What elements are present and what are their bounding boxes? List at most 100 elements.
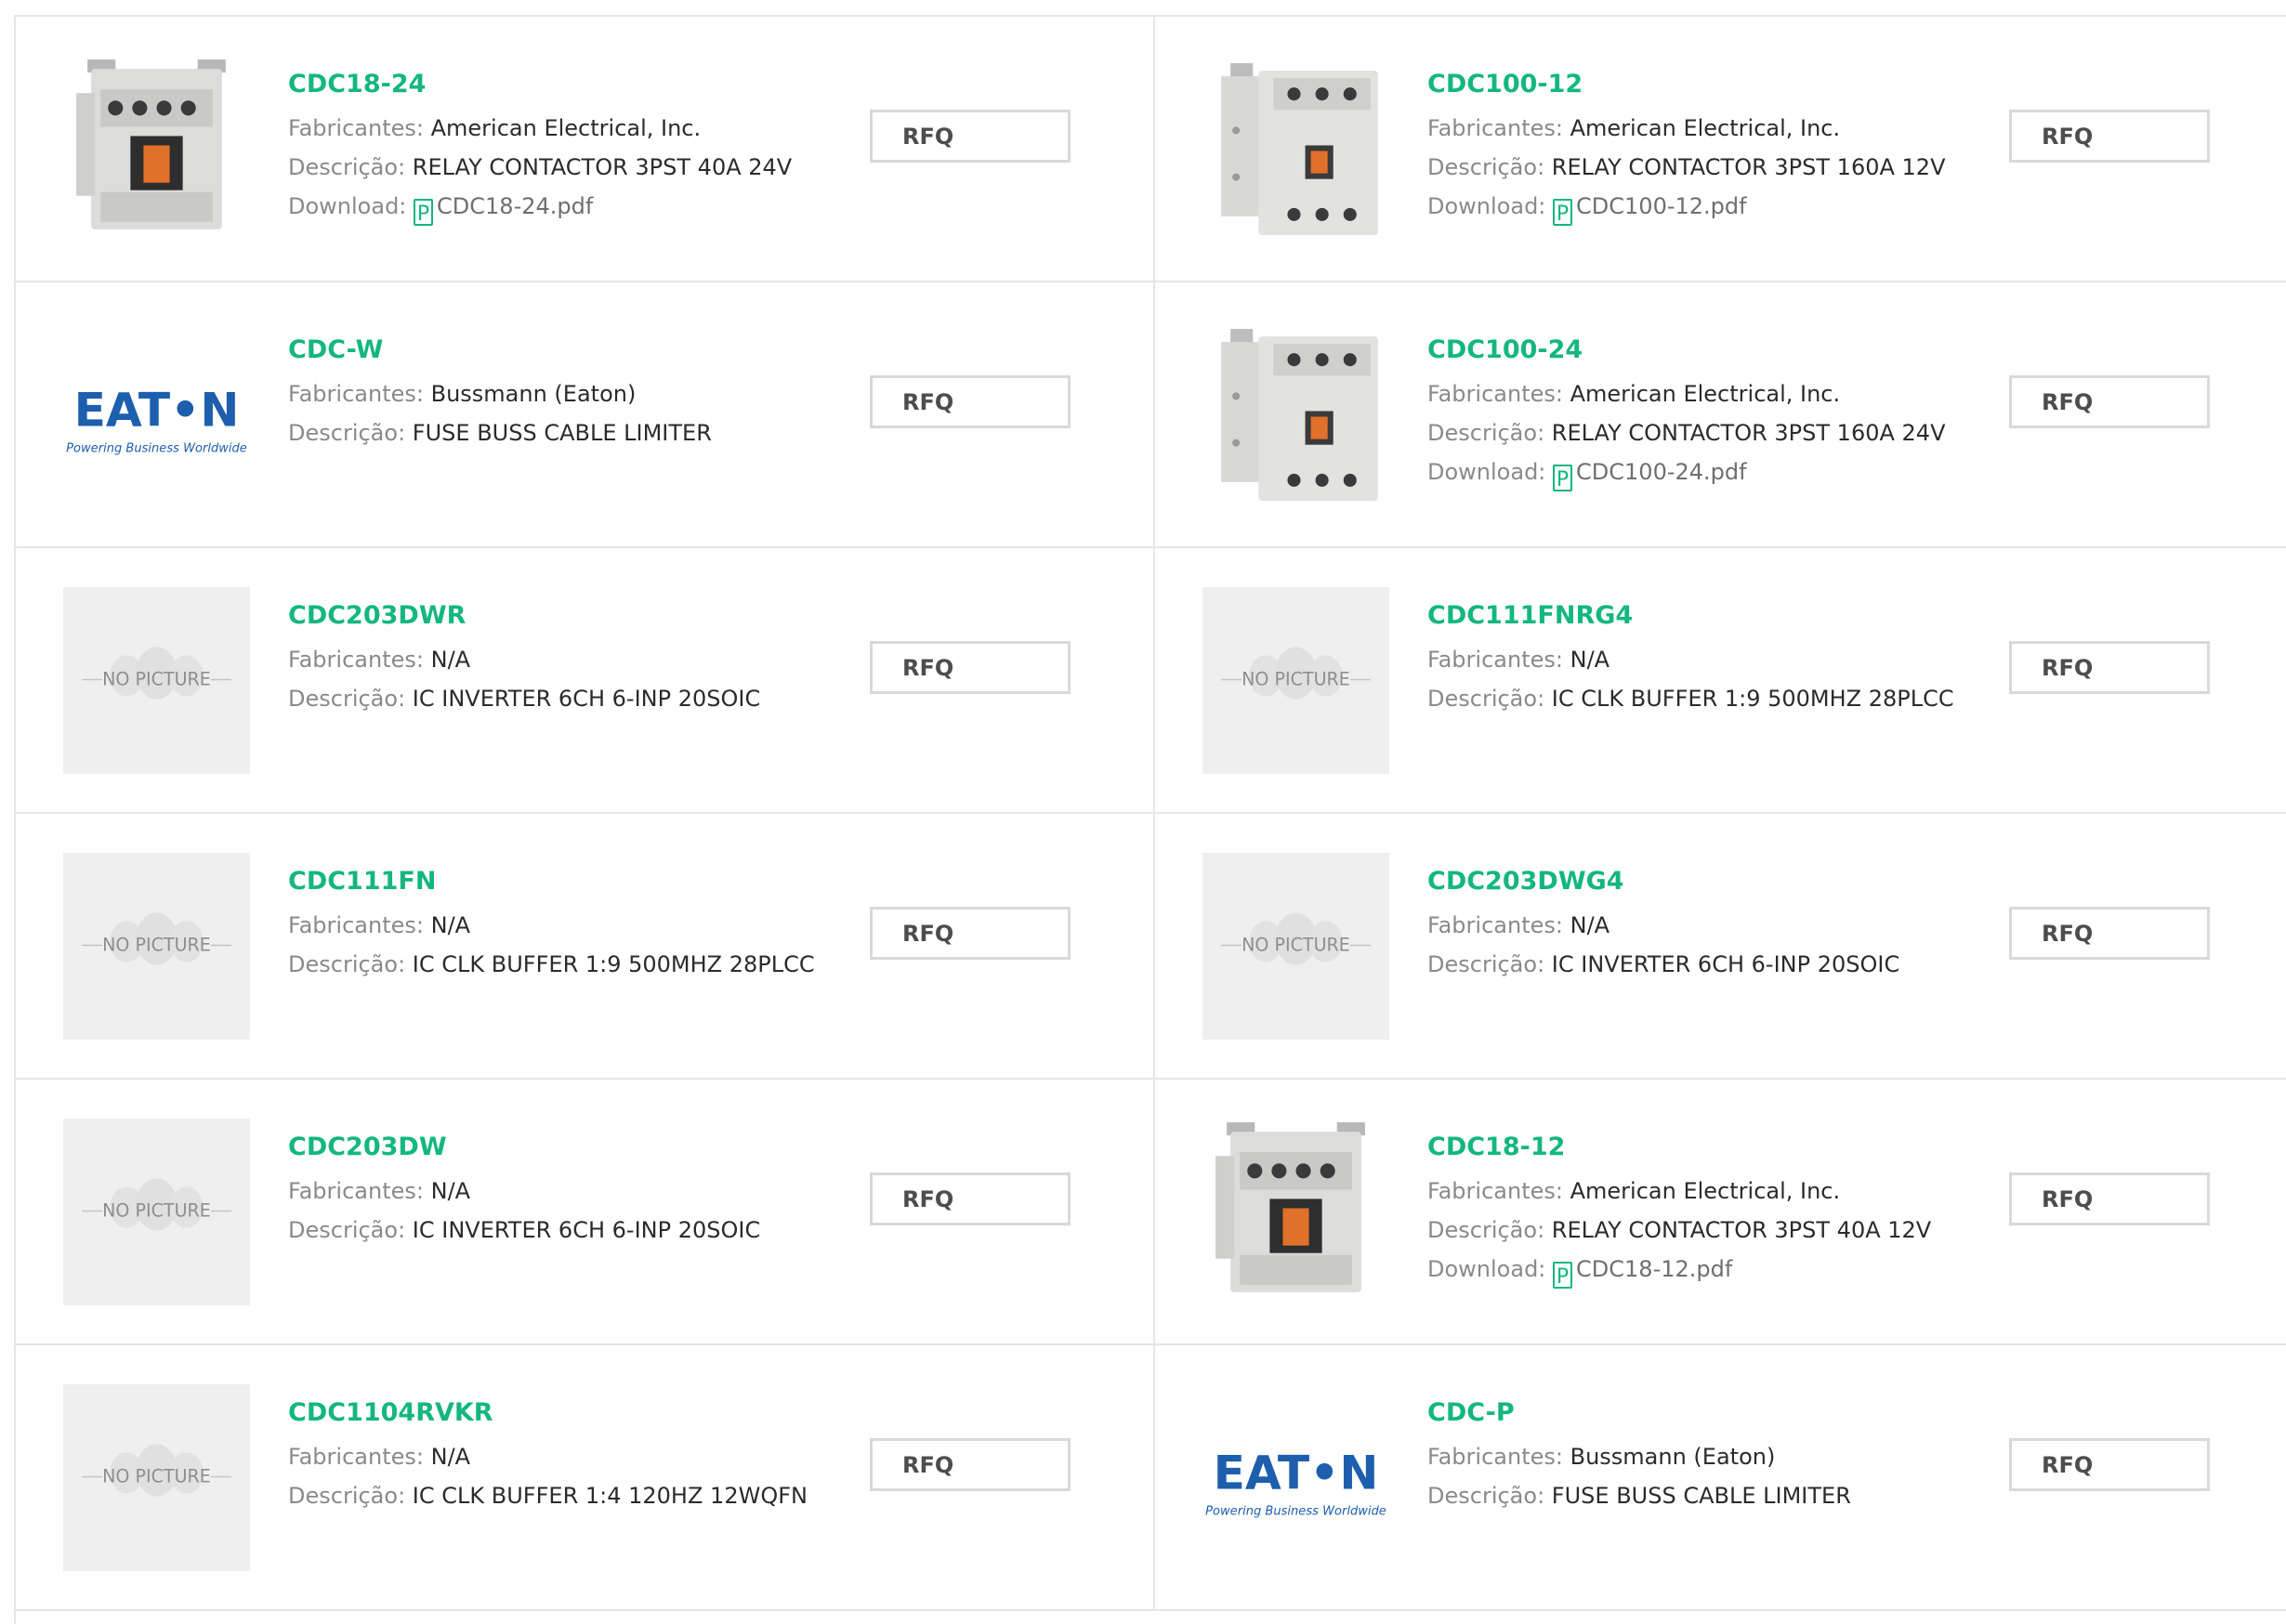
eaton-logo-text: EAT•N bbox=[74, 383, 240, 438]
rfq-button[interactable]: RFQ bbox=[870, 641, 1071, 694]
manufacturer-value: N/A bbox=[430, 647, 471, 673]
datasheet-filename: CDC18-24.pdf bbox=[437, 193, 594, 219]
product-card: CDC18-12 Fabricantes: American Electrica… bbox=[1155, 1080, 2286, 1345]
pdf-icon: P bbox=[1553, 199, 1573, 226]
part-number-link[interactable]: CDC111FNRG4 bbox=[1427, 599, 2286, 633]
product-card: NO PICTURE CDC111FN Fabricantes: N/A Des… bbox=[16, 814, 1155, 1080]
product-thumbnail[interactable] bbox=[1202, 1119, 1389, 1305]
rfq-button[interactable]: RFQ bbox=[2009, 907, 2210, 960]
product-card: NO PICTURE CDC1104RVKR Fabricantes: N/A … bbox=[16, 1345, 1155, 1611]
contactor-image bbox=[1221, 63, 1378, 235]
description-value: IC INVERTER 6CH 6-INP 20SOIC bbox=[412, 686, 761, 712]
part-number-link[interactable]: CDC100-24 bbox=[1427, 334, 2286, 367]
description-label: Descrição: bbox=[1427, 951, 1545, 977]
rfq-button[interactable]: RFQ bbox=[870, 1172, 1071, 1225]
datasheet-link[interactable]: P CDC100-12.pdf bbox=[1553, 193, 1747, 226]
description-value: IC CLK BUFFER 1:4 120HZ 12WQFN bbox=[412, 1483, 808, 1509]
pdf-icon: P bbox=[1553, 1262, 1573, 1289]
part-number-link[interactable]: CDC-W bbox=[288, 334, 1153, 367]
datasheet-link[interactable]: P CDC18-24.pdf bbox=[414, 193, 594, 226]
manufacturer-value: American Electrical, Inc. bbox=[430, 115, 702, 141]
no-picture-placeholder: NO PICTURE bbox=[63, 1119, 250, 1305]
product-thumbnail[interactable]: NO PICTURE bbox=[63, 1119, 250, 1305]
product-card: CDC18-24 Fabricantes: American Electrica… bbox=[16, 17, 1155, 282]
manufacturer-value: N/A bbox=[1570, 912, 1610, 938]
product-thumbnail[interactable]: NO PICTURE bbox=[1202, 853, 1389, 1040]
product-thumbnail[interactable] bbox=[63, 56, 250, 242]
no-picture-placeholder: NO PICTURE bbox=[63, 1384, 250, 1571]
part-number-link[interactable]: CDC203DWR bbox=[288, 599, 1153, 633]
part-number-link[interactable]: CDC100-12 bbox=[1427, 68, 2286, 101]
manufacturer-label: Fabricantes: bbox=[1427, 912, 1563, 938]
description-label: Descrição: bbox=[1427, 420, 1545, 446]
product-thumbnail[interactable]: NO PICTURE bbox=[63, 853, 250, 1040]
no-picture-text: NO PICTURE bbox=[102, 1466, 211, 1487]
datasheet-link[interactable]: P CDC18-12.pdf bbox=[1553, 1256, 1733, 1289]
manufacturer-label: Fabricantes: bbox=[288, 647, 424, 673]
description-value: RELAY CONTACTOR 3PST 160A 24V bbox=[1551, 420, 1946, 446]
rfq-button[interactable]: RFQ bbox=[870, 907, 1071, 960]
description-label: Descrição: bbox=[288, 1217, 406, 1243]
manufacturer-label: Fabricantes: bbox=[1427, 115, 1563, 141]
part-number-link[interactable]: CDC111FN bbox=[288, 865, 1153, 898]
description-label: Descrição: bbox=[288, 686, 406, 712]
download-row: Download: P CDC100-12.pdf bbox=[1427, 187, 2286, 226]
manufacturer-value: American Electrical, Inc. bbox=[1570, 1178, 1841, 1204]
part-number-link[interactable]: CDC1104RVKR bbox=[288, 1396, 1153, 1430]
manufacturer-value: Bussmann (Eaton) bbox=[430, 381, 637, 407]
download-label: Download: bbox=[1427, 193, 1546, 219]
description-value: FUSE BUSS CABLE LIMITER bbox=[412, 420, 712, 446]
rfq-button[interactable]: RFQ bbox=[2009, 1438, 2210, 1491]
rfq-button[interactable]: RFQ bbox=[2009, 641, 2210, 694]
part-number-link[interactable]: CDC18-12 bbox=[1427, 1131, 2286, 1164]
rfq-button[interactable]: RFQ bbox=[2009, 375, 2210, 428]
no-picture-placeholder: NO PICTURE bbox=[63, 587, 250, 774]
rfq-button[interactable]: RFQ bbox=[2009, 1172, 2210, 1225]
product-thumbnail[interactable]: NO PICTURE bbox=[1202, 587, 1389, 774]
download-label: Download: bbox=[1427, 1256, 1546, 1282]
download-row: Download: P CDC18-12.pdf bbox=[1427, 1250, 2286, 1289]
description-label: Descrição: bbox=[288, 154, 406, 180]
datasheet-filename: CDC18-12.pdf bbox=[1576, 1256, 1733, 1282]
product-thumbnail[interactable] bbox=[1202, 321, 1389, 508]
rfq-button[interactable]: RFQ bbox=[2009, 110, 2210, 163]
description-value: IC CLK BUFFER 1:9 500MHZ 28PLCC bbox=[412, 951, 815, 977]
description-value: FUSE BUSS CABLE LIMITER bbox=[1551, 1483, 1851, 1509]
description-label: Descrição: bbox=[288, 1483, 406, 1509]
product-thumbnail[interactable]: EAT•N Powering Business Worldwide bbox=[63, 321, 250, 508]
description-value: RELAY CONTACTOR 3PST 40A 24V bbox=[412, 154, 793, 180]
manufacturer-value: American Electrical, Inc. bbox=[1570, 115, 1841, 141]
manufacturer-value: N/A bbox=[1570, 647, 1610, 673]
product-thumbnail[interactable]: NO PICTURE bbox=[63, 1384, 250, 1571]
product-thumbnail[interactable]: NO PICTURE bbox=[63, 587, 250, 774]
description-label: Descrição: bbox=[288, 951, 406, 977]
part-number-link[interactable]: CDC18-24 bbox=[288, 68, 1153, 101]
no-picture-text: NO PICTURE bbox=[102, 1200, 211, 1222]
part-number-link[interactable]: CDC-P bbox=[1427, 1396, 2286, 1430]
rfq-button[interactable]: RFQ bbox=[870, 110, 1071, 163]
download-row: Download: P CDC18-24.pdf bbox=[288, 187, 1153, 226]
manufacturer-label: Fabricantes: bbox=[288, 381, 424, 407]
product-thumbnail[interactable]: EAT•N Powering Business Worldwide bbox=[1202, 1384, 1389, 1571]
rfq-button[interactable]: RFQ bbox=[870, 375, 1071, 428]
product-thumbnail[interactable] bbox=[1202, 56, 1389, 242]
product-card: EAT•N Powering Business Worldwide CDC-W F… bbox=[16, 282, 1155, 548]
part-number-link[interactable]: CDC203DWG4 bbox=[1427, 865, 2286, 898]
contactor-image bbox=[1221, 329, 1378, 501]
manufacturer-value: N/A bbox=[430, 1444, 471, 1470]
datasheet-link[interactable]: P CDC100-24.pdf bbox=[1553, 459, 1747, 491]
product-card: NO PICTURE CDC203DWG4 Fabricantes: N/A D… bbox=[1155, 814, 2286, 1080]
manufacturer-label: Fabricantes: bbox=[288, 115, 424, 141]
description-value: IC CLK BUFFER 1:9 500MHZ 28PLCC bbox=[1551, 686, 1954, 712]
part-number-link[interactable]: CDC203DW bbox=[288, 1131, 1153, 1164]
no-picture-placeholder: NO PICTURE bbox=[63, 853, 250, 1040]
rfq-button[interactable]: RFQ bbox=[870, 1438, 1071, 1491]
manufacturer-label: Fabricantes: bbox=[288, 1178, 424, 1204]
product-card: EAT•N Powering Business Worldwide CDC-P F… bbox=[1155, 1345, 2286, 1611]
eaton-tagline: Powering Business Worldwide bbox=[1205, 1505, 1386, 1519]
eaton-logo: EAT•N Powering Business Worldwide bbox=[1205, 1446, 1386, 1519]
manufacturer-label: Fabricantes: bbox=[288, 1444, 424, 1470]
manufacturer-value: Bussmann (Eaton) bbox=[1570, 1444, 1776, 1470]
description-label: Descrição: bbox=[1427, 154, 1545, 180]
product-card: CDC100-12 Fabricantes: American Electric… bbox=[1155, 17, 2286, 282]
